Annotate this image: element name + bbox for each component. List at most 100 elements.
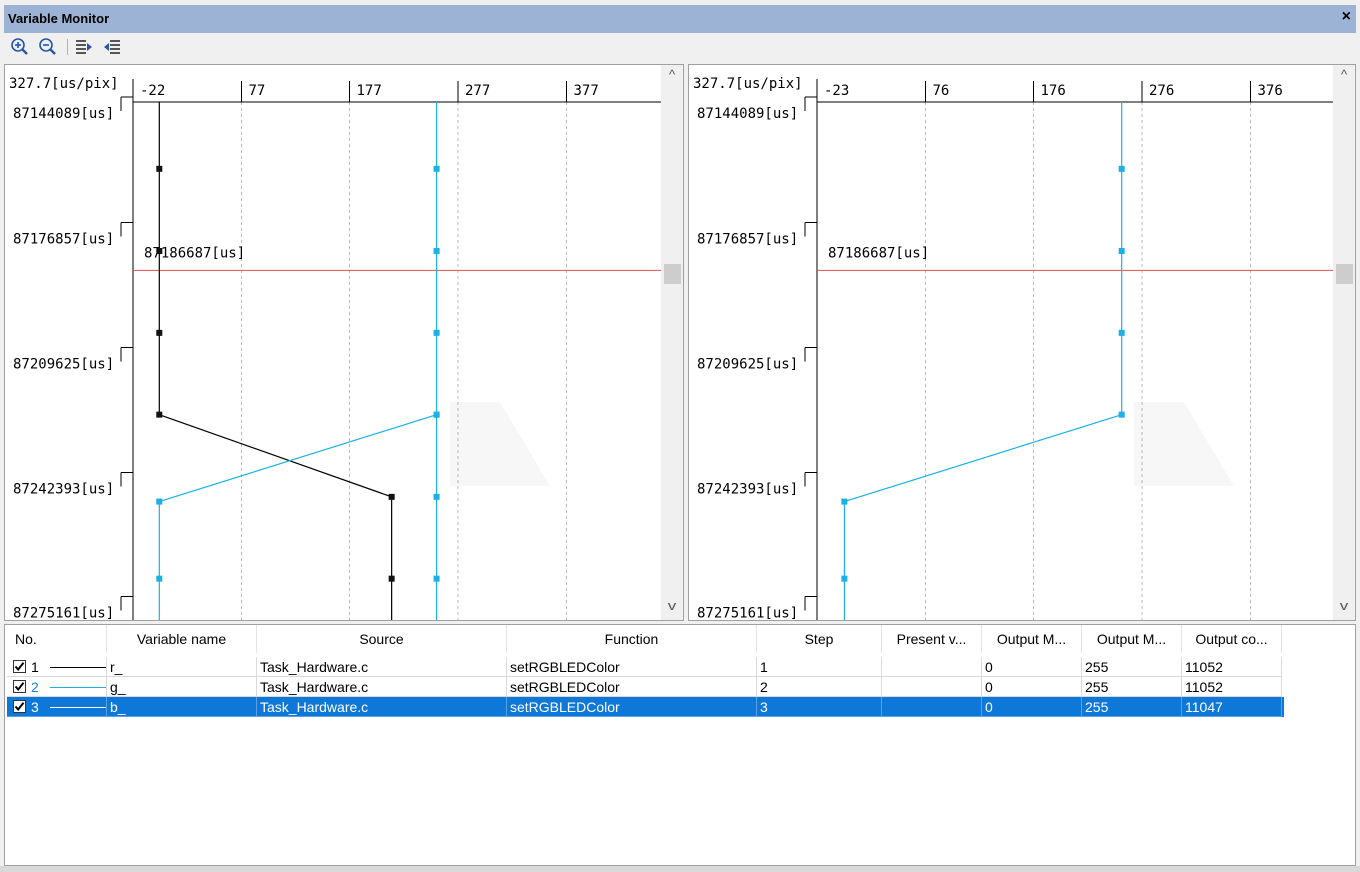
x-tick-label: 277 xyxy=(465,83,490,99)
data-point xyxy=(156,575,163,582)
cell-function: setRGBLEDColor xyxy=(507,677,757,697)
x-tick-label: -22 xyxy=(140,83,165,99)
cell-name: b_ xyxy=(107,697,257,717)
scale-label: 327.7[us/pix] xyxy=(9,76,119,92)
vertical-scrollbar[interactable]: ^ v xyxy=(1333,65,1355,620)
graph-pane-right[interactable]: 327.7[us/pix] -23 76 176 276 376 87144089[us] 8… xyxy=(688,64,1356,621)
column-header-output-count[interactable]: Output co... xyxy=(1182,625,1282,653)
row-no-cell: 3 xyxy=(7,697,107,717)
data-point xyxy=(1118,411,1125,418)
scale-label: 327.7[us/pix] xyxy=(693,76,803,92)
data-point xyxy=(433,493,440,500)
row-number: 2 xyxy=(31,679,39,695)
data-point xyxy=(156,411,163,418)
y-tick-label: 87144089[us] xyxy=(13,106,114,122)
scroll-thumb[interactable] xyxy=(664,264,681,284)
cell-out-max: 255 xyxy=(1082,677,1182,697)
data-point xyxy=(433,165,440,172)
table-row[interactable]: 1 r_ Task_Hardware.c setRGBLEDColor 1 0 255 110… xyxy=(7,657,1284,677)
checkbox-icon[interactable] xyxy=(13,660,26,673)
expand-rows-icon[interactable] xyxy=(74,37,94,57)
watermark-logo xyxy=(1134,402,1234,486)
data-point xyxy=(156,329,163,336)
series-b xyxy=(841,102,1125,620)
y-tick-label: 87176857[us] xyxy=(697,232,798,248)
y-tick-label: 87209625[us] xyxy=(13,357,114,373)
cell-source: Task_Hardware.c xyxy=(257,657,507,677)
data-point xyxy=(433,575,440,582)
x-tick-label: 377 xyxy=(574,83,599,99)
column-header-no[interactable]: No. xyxy=(5,625,107,653)
data-point xyxy=(388,575,395,582)
series-color-swatch xyxy=(50,687,106,688)
graph-pane-left[interactable]: 327.7[us/pix] -22 77 177 277 377 87144089[us] 8… xyxy=(4,64,684,621)
data-point xyxy=(1118,248,1125,255)
scroll-down-icon[interactable]: v xyxy=(658,598,683,613)
status-strip xyxy=(0,866,1360,872)
cell-function: setRGBLEDColor xyxy=(507,697,757,717)
x-tick-label: 376 xyxy=(1258,83,1283,99)
cell-present xyxy=(882,677,982,697)
cell-out-count: 11047 xyxy=(1182,697,1282,717)
x-tick-label: -23 xyxy=(824,83,849,99)
time-cursor-label: 87186687[us] xyxy=(828,245,929,261)
checkbox-icon[interactable] xyxy=(13,680,26,693)
column-header-function[interactable]: Function xyxy=(507,625,757,653)
data-point xyxy=(1118,329,1125,336)
scroll-up-icon[interactable]: ^ xyxy=(661,67,683,82)
column-header-source[interactable]: Source xyxy=(257,625,507,653)
y-tick-label: 87242393[us] xyxy=(13,482,114,498)
series-color-swatch xyxy=(50,707,106,708)
data-point xyxy=(841,575,848,582)
cell-out-min: 0 xyxy=(982,657,1082,677)
watermark-triangle xyxy=(450,402,550,486)
cell-step: 2 xyxy=(757,677,882,697)
graph-canvas-left[interactable]: 327.7[us/pix] -22 77 177 277 377 87144089[us] 8… xyxy=(5,65,663,620)
cell-source: Task_Hardware.c xyxy=(257,697,507,717)
variable-table[interactable]: No. Variable name Source Function Step P… xyxy=(4,624,1356,866)
watermark-logo xyxy=(450,402,550,486)
table-row[interactable]: 2 g_ Task_Hardware.c setRGBLEDColor 2 0 255 110… xyxy=(7,677,1284,697)
title-bar: Variable Monitor × xyxy=(4,5,1356,33)
series-color-swatch xyxy=(50,667,106,668)
data-point xyxy=(433,411,440,418)
close-icon[interactable]: × xyxy=(1342,8,1351,26)
series-b xyxy=(433,102,440,620)
cell-function: setRGBLEDColor xyxy=(507,657,757,677)
column-header-output-max[interactable]: Output M... xyxy=(1082,625,1182,653)
data-point xyxy=(156,498,163,505)
x-tick-label: 177 xyxy=(357,83,382,99)
series-line xyxy=(158,414,437,620)
x-tick-label: 176 xyxy=(1041,83,1066,99)
collapse-rows-icon[interactable] xyxy=(102,37,122,57)
y-tick-label: 87144089[us] xyxy=(697,106,798,122)
x-tick-label: 77 xyxy=(249,83,266,99)
column-header-output-min[interactable]: Output M... xyxy=(982,625,1082,653)
cell-out-min: 0 xyxy=(982,697,1082,717)
table-row[interactable]: 3 b_ Task_Hardware.c setRGBLEDColor 3 0 255 110… xyxy=(7,697,1284,717)
checkbox-icon[interactable] xyxy=(13,700,26,713)
x-tick-label: 276 xyxy=(1149,83,1174,99)
series-line xyxy=(843,102,1123,620)
toolbar xyxy=(4,33,1356,61)
data-point xyxy=(156,165,163,172)
series-line xyxy=(158,102,393,620)
row-no-cell: 2 xyxy=(7,677,107,697)
data-point xyxy=(433,248,440,255)
scroll-up-icon[interactable]: ^ xyxy=(1333,67,1355,82)
zoom-in-icon[interactable] xyxy=(10,37,30,57)
cell-step: 1 xyxy=(757,657,882,677)
cell-out-count: 11052 xyxy=(1182,657,1282,677)
column-header-present-value[interactable]: Present v... xyxy=(882,625,982,653)
row-number: 3 xyxy=(31,699,39,715)
scroll-thumb[interactable] xyxy=(1336,264,1353,284)
column-header-step[interactable]: Step xyxy=(757,625,882,653)
graph-canvas-right[interactable]: 327.7[us/pix] -23 76 176 276 376 87144089[us] 8… xyxy=(689,65,1335,620)
vertical-scrollbar[interactable]: ^ v xyxy=(661,65,683,620)
column-header-variable-name[interactable]: Variable name xyxy=(107,625,257,653)
zoom-out-icon[interactable] xyxy=(38,37,58,57)
x-tick-label: 76 xyxy=(933,83,950,99)
scroll-down-icon[interactable]: v xyxy=(1330,598,1355,613)
cell-out-min: 0 xyxy=(982,677,1082,697)
cell-name: r_ xyxy=(107,657,257,677)
